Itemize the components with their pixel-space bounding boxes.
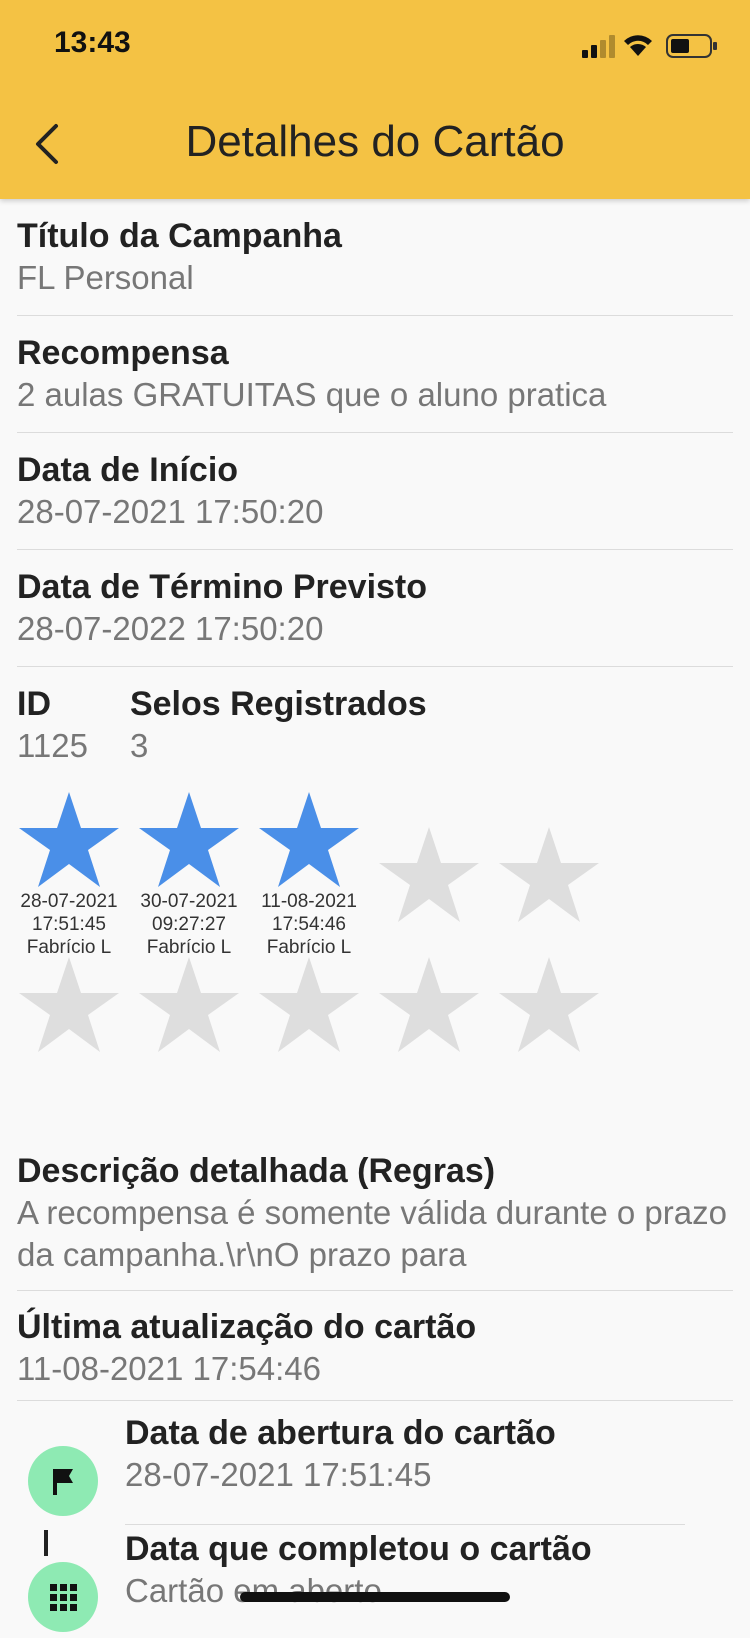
campaign-title-label: Título da Campanha	[17, 217, 342, 255]
id-field: ID 1125	[17, 683, 88, 767]
timeline-divider	[125, 1524, 685, 1525]
stamp-date: 30-07-2021	[140, 891, 238, 912]
stamp-empty	[489, 825, 609, 925]
stamp-empty	[129, 955, 249, 1055]
stamp-empty	[9, 955, 129, 1055]
star-icon	[19, 957, 119, 1052]
stamp-empty	[369, 825, 489, 925]
stamp-filled: 30-07-2021 09:27:27 Fabrício L	[129, 790, 249, 959]
id-value: 1125	[17, 727, 88, 764]
rules-label: Descrição detalhada (Regras)	[17, 1152, 496, 1190]
star-icon	[139, 792, 239, 887]
stamp-grid: 28-07-2021 17:51:45 Fabrício L 30-07-2021 09…	[17, 792, 717, 1100]
stamps-count-field: Selos Registrados 3	[130, 683, 427, 767]
last-update-section: Última atualização do cartão 11-08-2021 …	[17, 1290, 733, 1401]
completed-label: Data que completou o cartão	[125, 1530, 592, 1568]
stamp-time: 17:51:45	[32, 914, 106, 935]
start-date-label: Data de Início	[17, 451, 239, 489]
timeline-circle	[28, 1446, 98, 1516]
star-icon	[139, 957, 239, 1052]
star-icon	[19, 792, 119, 887]
end-date-field: Data de Término Previsto 28-07-2022 17:5…	[17, 550, 733, 667]
last-update-value: 11-08-2021 17:54:46	[17, 1350, 321, 1387]
timeline-item-completed: Data que completou o cartão Cartão em ab…	[17, 1528, 717, 1638]
stamp-empty	[249, 955, 369, 1055]
opened-label: Data de abertura do cartão	[125, 1414, 556, 1452]
star-icon	[499, 957, 599, 1052]
end-date-value: 28-07-2022 17:50:20	[17, 610, 324, 647]
home-indicator	[240, 1592, 510, 1602]
rules-section: Descrição detalhada (Regras) A recompens…	[17, 1150, 733, 1291]
stamp-empty	[489, 955, 609, 1055]
campaign-title-value: FL Personal	[17, 259, 194, 296]
card-details: Título da Campanha FL Personal Recompens…	[17, 199, 733, 767]
signal-icon	[582, 34, 717, 58]
campaign-title-field: Título da Campanha FL Personal	[17, 199, 733, 316]
reward-value: 2 aulas GRATUITAS que o aluno pratica	[17, 376, 607, 413]
reward-field: Recompensa 2 aulas GRATUITAS que o aluno…	[17, 316, 733, 433]
stamp-date: 11-08-2021	[261, 891, 357, 912]
end-date-label: Data de Término Previsto	[17, 568, 428, 606]
id-label: ID	[17, 685, 51, 723]
status-icons	[582, 32, 722, 60]
timeline-item-opened: Data de abertura do cartão 28-07-2021 17…	[17, 1412, 717, 1522]
reward-label: Recompensa	[17, 334, 229, 372]
stamp-empty	[369, 955, 489, 1055]
start-date-value: 28-07-2021 17:50:20	[17, 493, 324, 530]
stamp-time: 09:27:27	[152, 914, 226, 935]
stamp-filled: 11-08-2021 17:54:46 Fabrício L	[249, 790, 369, 959]
star-icon	[259, 957, 359, 1052]
start-date-field: Data de Início 28-07-2021 17:50:20	[17, 433, 733, 550]
rules-value: A recompensa é somente válida durante o …	[17, 1194, 727, 1273]
stamps-count-value: 3	[129, 727, 149, 764]
timeline-text: Data de abertura do cartão 28-07-2021 17…	[125, 1412, 556, 1496]
flag-icon	[53, 1469, 73, 1495]
star-icon	[379, 827, 479, 922]
grid-icon	[50, 1584, 77, 1611]
page-title: Detalhes do Cartão	[185, 117, 565, 166]
star-icon	[379, 957, 479, 1052]
stamp-date: 28-07-2021	[20, 891, 118, 912]
completed-value: Cartão em aberto	[125, 1572, 382, 1609]
last-update-label: Última atualização do cartão	[17, 1308, 477, 1346]
star-icon	[499, 827, 599, 922]
timeline-circle	[28, 1562, 98, 1632]
stamp-filled: 28-07-2021 17:51:45 Fabrício L	[9, 790, 129, 959]
id-stamps-row: ID 1125 Selos Registrados 3	[17, 667, 733, 767]
star-icon	[259, 792, 359, 887]
opened-value: 28-07-2021 17:51:45	[125, 1456, 432, 1493]
stamp-time: 17:54:46	[272, 914, 346, 935]
app-header: 13:43 Detalhes do Cartão	[0, 0, 750, 199]
stamps-count-label: Selos Registrados	[129, 685, 427, 723]
status-time: 13:43	[54, 26, 131, 59]
